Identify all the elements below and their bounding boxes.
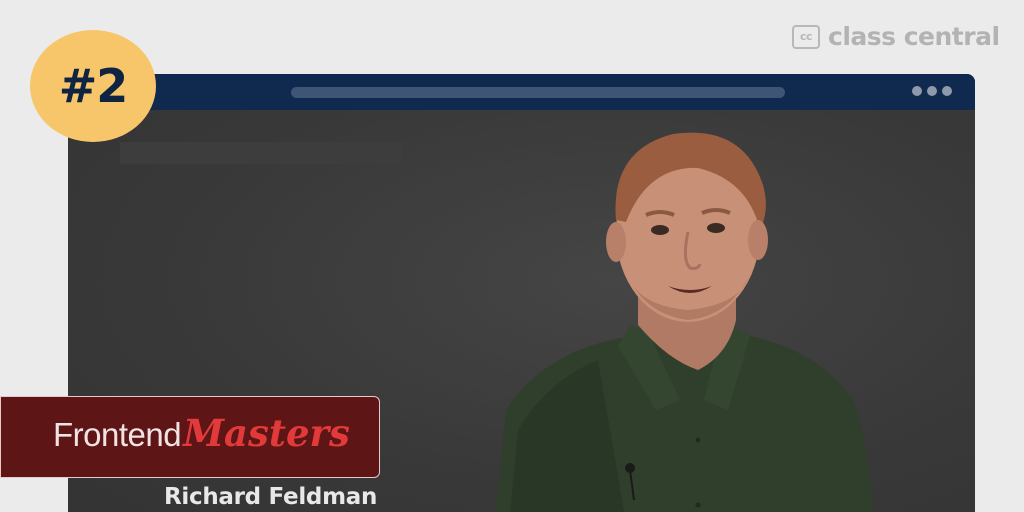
video-backdrop-panel [120, 142, 402, 164]
rank-badge: #2 [30, 30, 156, 142]
address-bar[interactable] [291, 87, 785, 98]
logo-icon-text: cc [799, 30, 813, 43]
shirt-button [695, 502, 701, 508]
presenter-ear-left [606, 222, 626, 262]
presenter-image [495, 132, 874, 512]
browser-title-bar [68, 74, 975, 110]
provider-name-part-2: Masters [183, 411, 350, 455]
provider-logo: Frontend Masters [53, 411, 350, 455]
presenter-ear-right [748, 220, 768, 260]
dot-icon [912, 86, 922, 96]
more-dots-icon[interactable] [912, 86, 952, 96]
dot-icon [942, 86, 952, 96]
instructor-name: Richard Feldman [164, 484, 378, 510]
shirt-button [695, 437, 701, 443]
class-central-logo-icon: cc [792, 24, 820, 49]
presenter-eye-left [651, 225, 669, 235]
provider-logo-card[interactable]: Frontend Masters [0, 396, 380, 478]
class-central-logo[interactable]: cc class central [792, 22, 1000, 51]
course-thumbnail: cc class central #2 Frontend Masters Ric… [0, 0, 1024, 512]
rank-number: #2 [58, 59, 129, 113]
brand-name: class central [828, 22, 1000, 51]
presenter-eye-right [707, 223, 725, 233]
provider-name-part-1: Frontend [53, 416, 182, 453]
dot-icon [927, 86, 937, 96]
